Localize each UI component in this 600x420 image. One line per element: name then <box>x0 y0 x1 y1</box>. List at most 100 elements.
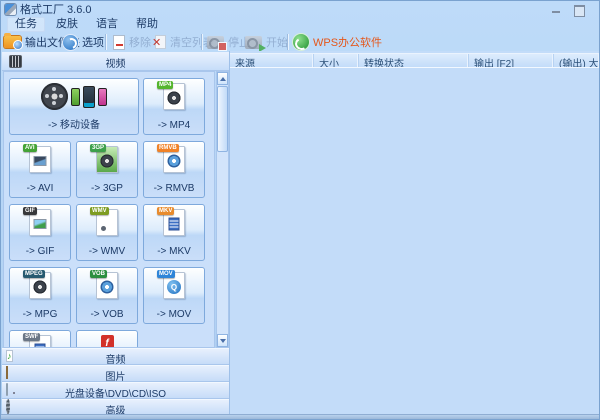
mobile-devices-icon <box>10 83 138 110</box>
wmv-file-icon: WMV <box>96 209 118 236</box>
scroll-up-button[interactable] <box>217 72 228 85</box>
format-button-mkv[interactable]: MKV -> MKV <box>143 204 205 261</box>
column-header-size[interactable]: 大小 <box>314 54 359 67</box>
format-badge: VOB <box>90 270 107 278</box>
wps-globe-icon <box>293 34 309 50</box>
video-section-header[interactable]: 视频 <box>2 52 229 71</box>
format-label: -> 3GP <box>77 183 137 194</box>
film-reel-icon <box>41 83 68 110</box>
format-button-vob[interactable]: VOB -> VOB <box>76 267 138 324</box>
mp4-file-icon: MP4 <box>163 83 185 110</box>
maximize-button[interactable] <box>571 4 585 15</box>
format-badge: 3GP <box>90 144 106 152</box>
column-header-convert-state[interactable]: 转换状态 <box>359 54 469 67</box>
rmvb-file-icon: RMVB <box>163 146 185 173</box>
toolbar-separator <box>105 34 106 50</box>
menu-item-help[interactable]: 帮助 <box>129 18 165 31</box>
format-label: -> AVI <box>10 183 70 194</box>
format-button-mpg[interactable]: MPEG -> MPG <box>9 267 71 324</box>
swf-file-icon: SWF <box>29 335 51 348</box>
photo-icon <box>34 219 47 229</box>
format-label: -> GIF <box>10 246 70 257</box>
section-bar-label: 光盘设备\DVD\CD\ISO <box>2 385 229 400</box>
format-button-avi[interactable]: AVI -> AVI <box>9 141 71 198</box>
format-label: -> MKV <box>144 246 204 257</box>
wps-link[interactable]: WPS办公软件 <box>293 32 382 52</box>
column-header-source[interactable]: 来源 <box>230 54 314 67</box>
task-table: 来源 大小 转换状态 输出 [F2] (输出) 大小 <box>229 51 599 419</box>
menu-item-skin[interactable]: 皮肤 <box>49 18 85 31</box>
film-strip-icon <box>169 218 180 231</box>
scroll-thumb[interactable] <box>217 86 228 152</box>
table-header-row: 来源 大小 转换状态 输出 [F2] (输出) 大小 <box>230 53 599 68</box>
flash-f-icon: f <box>101 335 114 348</box>
format-button-rmvb[interactable]: RMVB -> RMVB <box>143 141 205 198</box>
options-gear-icon <box>63 35 78 50</box>
video-section-label: 视频 <box>2 55 229 70</box>
column-header-output[interactable]: 输出 [F2] <box>469 54 554 67</box>
start-label: 开始 <box>266 34 288 50</box>
gif-file-icon: GIF <box>29 209 51 236</box>
format-badge: MPEG <box>23 270 45 278</box>
format-badge: MP4 <box>157 81 173 89</box>
app-window: 格式工厂 3.6.0 任务 皮肤 语言 帮助 输出文件夹 选项 移除 清空列表 <box>0 0 600 420</box>
format-button-mov[interactable]: MOV Q -> MOV <box>143 267 205 324</box>
avi-file-icon: AVI <box>29 146 51 173</box>
options-label: 选项 <box>82 34 104 50</box>
format-label: -> VOB <box>77 309 137 320</box>
toolbar-separator <box>201 34 202 50</box>
grid-scrollbar[interactable] <box>216 71 229 348</box>
format-button-mobile-devices[interactable]: -> 移动设备 <box>9 78 139 135</box>
phone-icon <box>98 88 107 106</box>
section-bar-rom-device[interactable]: 光盘设备\DVD\CD\ISO <box>2 382 229 399</box>
remove-button[interactable]: 移除 <box>113 32 151 52</box>
section-bar-picture[interactable]: 图片 <box>2 365 229 382</box>
mov-file-icon: MOV Q <box>163 272 185 299</box>
format-badge: MKV <box>157 207 174 215</box>
format-label: -> MP4 <box>144 120 204 131</box>
clear-list-button[interactable]: 清空列表 <box>152 32 214 52</box>
app-logo-icon <box>5 4 16 15</box>
titlebar: 格式工厂 3.6.0 <box>1 1 599 17</box>
photo-icon <box>34 156 47 166</box>
format-button-gif[interactable]: GIF -> GIF <box>9 204 71 261</box>
film-reel-icon <box>101 155 114 168</box>
mpg-file-icon: MPEG <box>29 272 51 299</box>
menu-item-tasks[interactable]: 任务 <box>7 17 45 32</box>
window-title: 格式工厂 3.6.0 <box>20 1 92 17</box>
wps-label: WPS办公软件 <box>313 34 382 50</box>
phone-icon <box>71 88 80 106</box>
format-button-swf[interactable]: SWF <box>9 330 71 348</box>
format-grid: -> 移动设备 MP4 -> MP4 AVI -> AVI 3GP -> 3GP… <box>3 71 215 348</box>
phone-icon <box>83 86 95 108</box>
toolbar: 输出文件夹 选项 移除 清空列表 停止 开始 WPS办公软件 <box>1 32 599 52</box>
minimize-button[interactable] <box>549 4 563 15</box>
clear-list-x-icon <box>152 35 166 50</box>
format-button-wmv[interactable]: WMV -> WMV <box>76 204 138 261</box>
table-body-empty <box>230 68 599 419</box>
column-header-output-size[interactable]: (输出) 大小 <box>554 54 599 67</box>
section-bar-audio[interactable]: ♪ 音频 <box>2 348 229 365</box>
camera-start-icon <box>245 36 262 49</box>
film-reel-icon <box>34 281 47 294</box>
format-button-3gp[interactable]: 3GP -> 3GP <box>76 141 138 198</box>
format-button-mp4[interactable]: MP4 -> MP4 <box>143 78 205 135</box>
format-badge: GIF <box>23 207 37 215</box>
menu-item-language[interactable]: 语言 <box>89 18 125 31</box>
toolbar-separator <box>287 34 288 50</box>
section-bar-label: 图片 <box>2 368 229 383</box>
remove-document-icon <box>113 35 125 50</box>
mkv-file-icon: MKV <box>163 209 185 236</box>
camera-stop-icon <box>207 36 224 49</box>
format-badge: MOV <box>157 270 175 278</box>
format-badge: RMVB <box>157 144 179 152</box>
scroll-down-button[interactable] <box>217 334 228 347</box>
format-button-flv[interactable]: f <box>76 330 138 348</box>
format-label: -> MOV <box>144 309 204 320</box>
start-button[interactable]: 开始 <box>245 32 288 52</box>
stop-button[interactable]: 停止 <box>207 32 250 52</box>
options-button[interactable]: 选项 <box>63 32 104 52</box>
format-badge: WMV <box>90 207 109 215</box>
format-label: -> 移动设备 <box>10 116 138 131</box>
remove-label: 移除 <box>129 34 151 50</box>
